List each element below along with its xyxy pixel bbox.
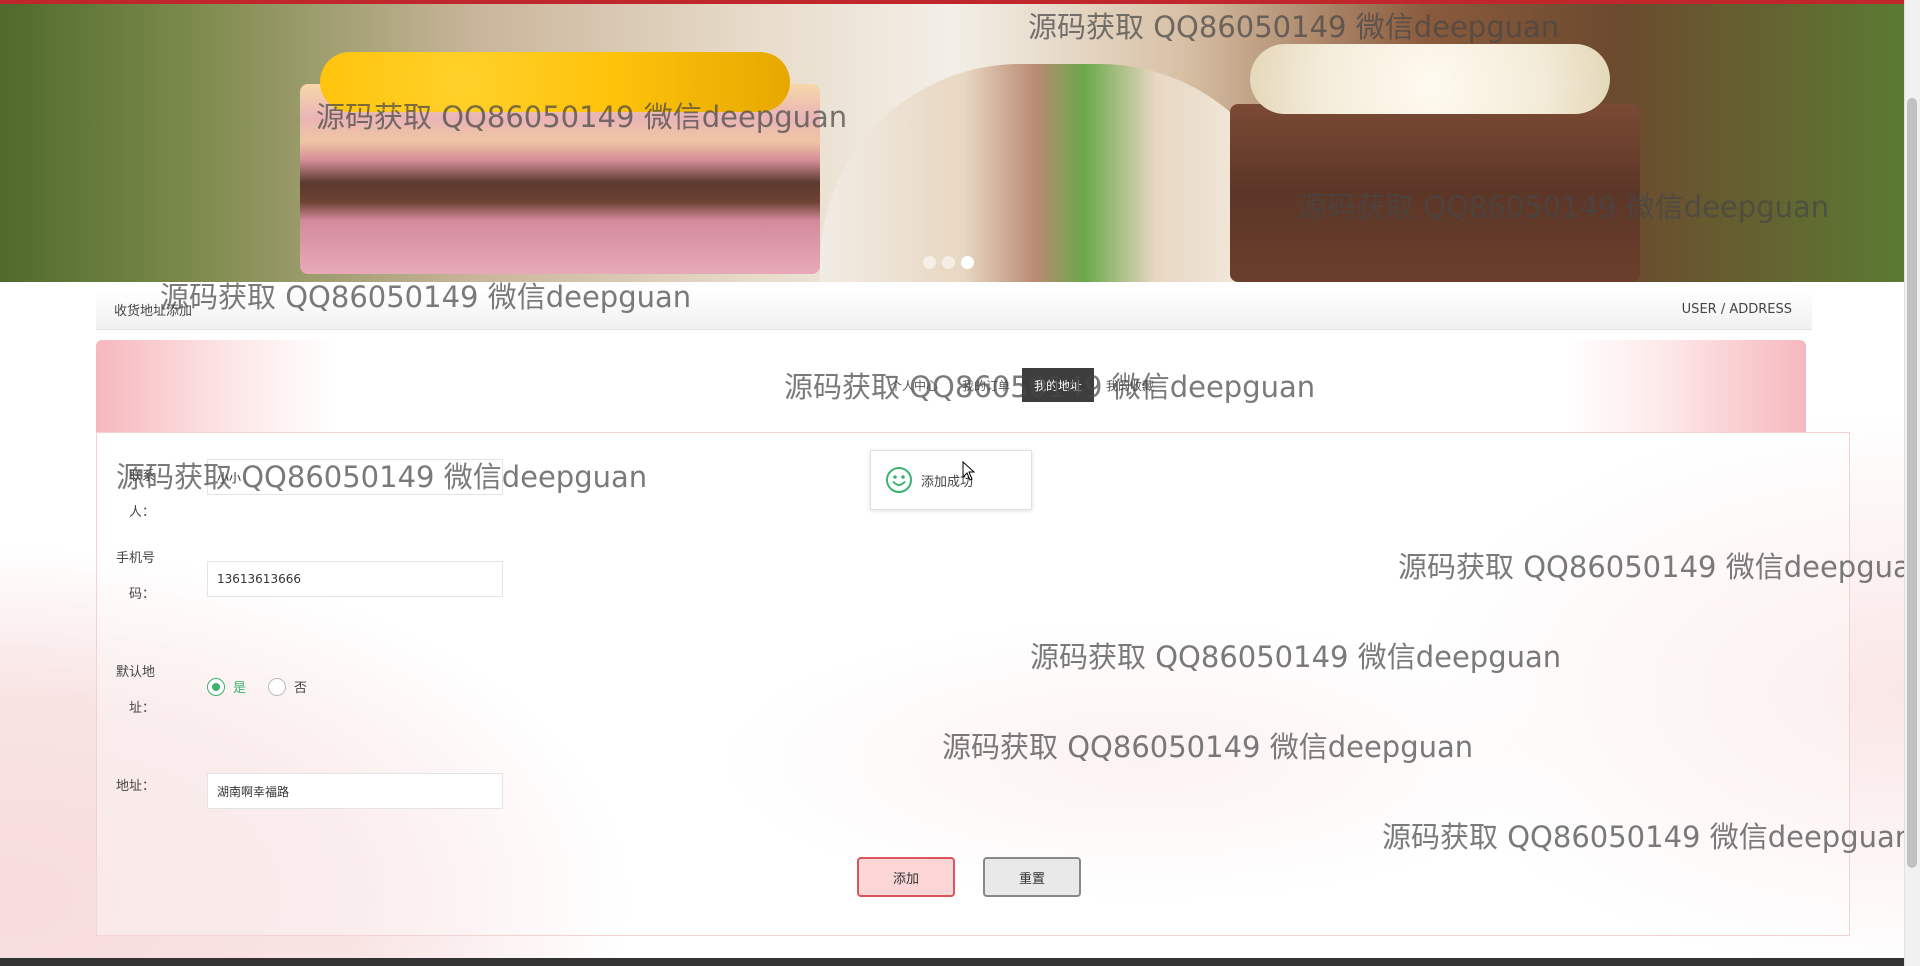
phone-input[interactable]: [207, 561, 503, 597]
banner-cake-image: [820, 64, 1300, 282]
radio-yes-label[interactable]: 是: [233, 677, 246, 696]
radio-no[interactable]: [268, 677, 287, 696]
consignee-input[interactable]: [207, 459, 503, 495]
page-title: 收货地址添加: [114, 304, 193, 319]
carousel-dot-active[interactable]: [961, 256, 974, 269]
tab-my-address[interactable]: 我的地址: [1022, 368, 1095, 402]
address-label: 地址：: [115, 779, 155, 794]
scrollbar-thumb[interactable]: [1907, 98, 1917, 868]
smile-icon: [886, 467, 912, 493]
banner-cake-topping: [1250, 44, 1610, 114]
user-nav-area: 个人中心 我的订单 我的地址 我的收藏: [96, 340, 1806, 432]
carousel-indicators: [923, 256, 974, 269]
carousel-dot[interactable]: [942, 256, 955, 269]
consignee-label: 联系人：: [128, 469, 155, 520]
banner-cake-image: [300, 84, 820, 274]
banner-cake-image: [1230, 104, 1640, 282]
breadcrumb: USER / ADDRESS: [1681, 302, 1792, 317]
success-toast: 添加成功: [870, 450, 1032, 510]
tab-my-orders[interactable]: 我的订单: [950, 368, 1022, 402]
page-scrollbar[interactable]: [1904, 0, 1920, 966]
radio-yes[interactable]: [207, 677, 225, 696]
address-input[interactable]: [207, 773, 503, 809]
tab-my-favorites[interactable]: 我的收藏: [1094, 368, 1166, 402]
user-tabs: 个人中心 我的订单 我的地址 我的收藏: [878, 368, 1166, 402]
bottom-strip: [0, 958, 1904, 966]
phone-label: 手机号码：: [115, 551, 155, 602]
default-address-label: 默认地址：: [115, 665, 155, 716]
banner-carousel[interactable]: [0, 4, 1904, 282]
carousel-dot[interactable]: [923, 256, 936, 269]
mouse-cursor-icon: [962, 461, 976, 481]
default-address-radio-group: 是 否: [207, 677, 307, 696]
banner-cake-topping: [320, 52, 790, 112]
section-title-bar: 收货地址添加 USER / ADDRESS: [96, 290, 1812, 330]
tab-personal-center[interactable]: 个人中心: [878, 368, 950, 402]
radio-no-label[interactable]: 否: [294, 677, 307, 696]
reset-button[interactable]: 重置: [983, 857, 1081, 897]
add-button[interactable]: 添加: [857, 857, 955, 897]
